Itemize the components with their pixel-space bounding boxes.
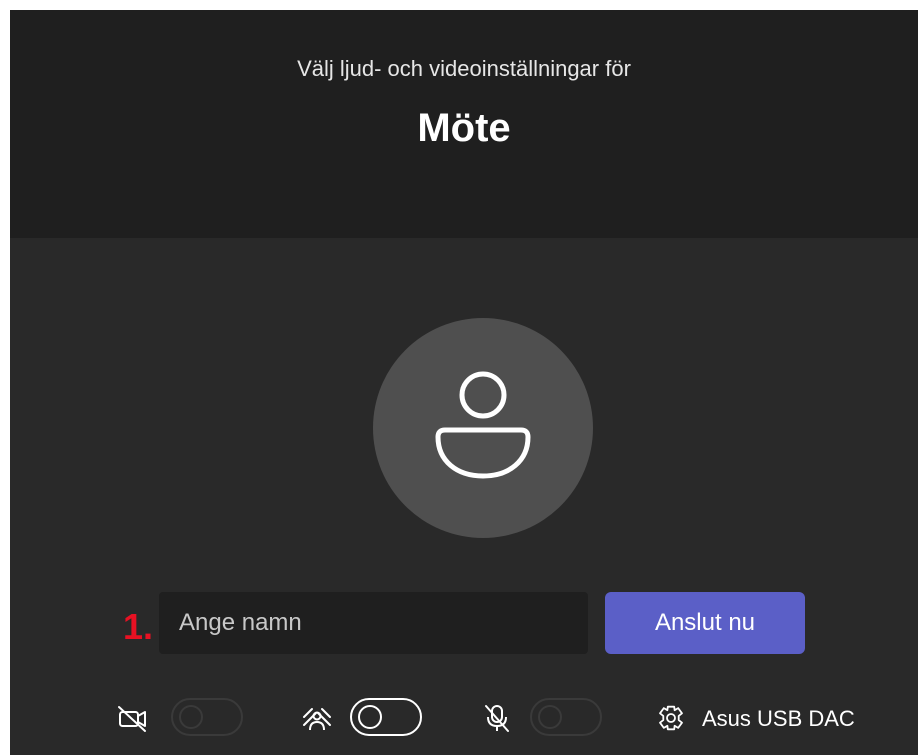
- avatar: [373, 318, 593, 538]
- audio-device-label[interactable]: Asus USB DAC: [702, 706, 855, 732]
- meeting-title: Möte: [417, 106, 511, 150]
- subtitle: Välj ljud- och videoinställningar för: [297, 56, 631, 81]
- microphone-toggle-knob: [538, 705, 562, 729]
- header: Välj ljud- och videoinställningar för Mö…: [10, 10, 918, 238]
- join-now-button[interactable]: Anslut nu: [605, 592, 805, 654]
- camera-off-icon[interactable]: [116, 703, 150, 733]
- pre-join-screen: Välj ljud- och videoinställningar för Mö…: [10, 10, 918, 755]
- background-effects-icon[interactable]: [300, 703, 334, 733]
- camera-toggle[interactable]: [171, 698, 243, 736]
- microphone-off-icon[interactable]: [480, 703, 514, 733]
- camera-toggle-knob: [179, 705, 203, 729]
- background-effects-toggle[interactable]: [350, 698, 422, 736]
- microphone-toggle[interactable]: [530, 698, 602, 736]
- name-input[interactable]: [159, 592, 588, 654]
- background-effects-toggle-knob: [358, 705, 382, 729]
- person-icon: [431, 371, 535, 486]
- gear-icon[interactable]: [654, 703, 688, 733]
- step-marker: 1.: [123, 606, 154, 647]
